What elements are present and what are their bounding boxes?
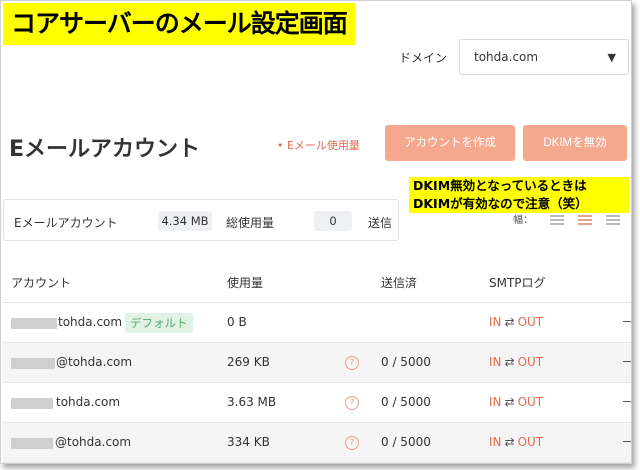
width-compact-icon[interactable] <box>550 215 564 225</box>
account-name[interactable]: tohda.com <box>58 315 122 329</box>
smtp-out: OUT <box>517 395 544 409</box>
domain-select[interactable]: tohda.com ▼ <box>459 39 629 75</box>
annotation-line-1: DKIM無効となっているときは <box>413 178 587 193</box>
domain-label: ドメイン <box>399 51 448 65</box>
account-name[interactable]: @tohda.com <box>56 355 132 369</box>
email-settings-screen: コアサーバーのメール設定画面 ドメイン tohda.com ▼ Eメールアカウン… <box>0 0 632 464</box>
account-summary: Eメールアカウント 4.34 MB 総使用量 0 送信 <box>3 199 399 241</box>
row-menu-icon[interactable] <box>623 401 631 402</box>
smtp-out: OUT <box>517 315 544 329</box>
redacted-username <box>11 318 57 329</box>
table-row[interactable]: @tohda.com 269 KB ? 0 / 5000 IN ⇄ OUT <box>3 343 631 383</box>
smtp-out: OUT <box>517 355 544 369</box>
smtp-log-link[interactable]: IN ⇄ OUT <box>489 435 543 449</box>
summary-sent-label: 送信 <box>368 216 393 230</box>
account-name[interactable]: tohda.com <box>56 395 120 409</box>
redacted-username <box>11 398 53 409</box>
redacted-username <box>11 358 55 369</box>
account-name[interactable]: @tohda.com <box>55 435 131 449</box>
header-smtp-log: SMTPログ <box>489 276 546 290</box>
summary-count: 0 <box>314 211 352 231</box>
row-menu-icon[interactable] <box>623 441 631 442</box>
smtp-in: IN <box>489 355 502 369</box>
swap-arrows-icon: ⇄ <box>504 355 515 369</box>
swap-arrows-icon: ⇄ <box>504 435 515 449</box>
width-label: 幅： <box>513 215 533 226</box>
summary-size: 4.34 MB <box>158 211 212 231</box>
account-usage: 3.63 MB <box>227 395 277 409</box>
summary-accounts-label: Eメールアカウント <box>14 216 118 230</box>
domain-select-value: tohda.com <box>474 50 539 64</box>
row-menu-icon[interactable] <box>623 321 631 322</box>
table-row[interactable]: @tohda.com 334 KB ? 0 / 5000 IN ⇄ OUT <box>3 423 631 463</box>
account-usage: 0 B <box>227 315 247 329</box>
smtp-in: IN <box>489 435 502 449</box>
account-usage: 334 KB <box>227 435 270 449</box>
smtp-log-link[interactable]: IN ⇄ OUT <box>489 315 543 329</box>
header-account: アカウント <box>11 276 72 290</box>
default-badge: デフォルト <box>125 313 193 333</box>
summary-total-label: 総使用量 <box>226 216 275 230</box>
swap-arrows-icon: ⇄ <box>504 315 515 329</box>
table-row[interactable]: tohda.com 3.63 MB ? 0 / 5000 IN ⇄ OUT <box>3 383 631 423</box>
swap-arrows-icon: ⇄ <box>504 395 515 409</box>
table-header: アカウント 使用量 送信済 SMTPログ <box>3 263 631 303</box>
header-sent: 送信済 <box>381 276 418 290</box>
sent-count: 0 / 5000 <box>381 355 431 369</box>
row-menu-icon[interactable] <box>623 361 631 362</box>
smtp-log-link[interactable]: IN ⇄ OUT <box>489 355 543 369</box>
smtp-in: IN <box>489 315 502 329</box>
width-wide-icon[interactable] <box>606 215 620 225</box>
page-title: Eメールアカウント <box>9 137 201 162</box>
help-icon[interactable]: ? <box>345 356 359 370</box>
table-row[interactable]: tohda.com デフォルト 0 B IN ⇄ OUT <box>3 303 631 343</box>
smtp-log-link[interactable]: IN ⇄ OUT <box>489 395 543 409</box>
sent-count: 0 / 5000 <box>381 435 431 449</box>
help-icon[interactable]: ? <box>345 436 359 450</box>
redacted-username <box>11 438 53 449</box>
disable-dkim-button[interactable]: DKIMを無効 <box>523 125 627 161</box>
smtp-in: IN <box>489 395 502 409</box>
email-usage-link[interactable]: • Eメール使用量 <box>277 137 360 153</box>
account-usage: 269 KB <box>227 355 270 369</box>
create-account-button[interactable]: アカウントを作成 <box>385 125 515 161</box>
smtp-out: OUT <box>517 435 544 449</box>
sent-count: 0 / 5000 <box>381 395 431 409</box>
help-icon[interactable]: ? <box>345 396 359 410</box>
caret-down-icon: ▼ <box>607 51 616 64</box>
annotation-note: DKIM無効となっているときは DKIMが有効なので注意（笑） <box>409 177 629 213</box>
caption-banner: コアサーバーのメール設定画面 <box>3 3 355 45</box>
width-normal-icon[interactable] <box>578 215 592 225</box>
header-usage: 使用量 <box>227 276 264 290</box>
